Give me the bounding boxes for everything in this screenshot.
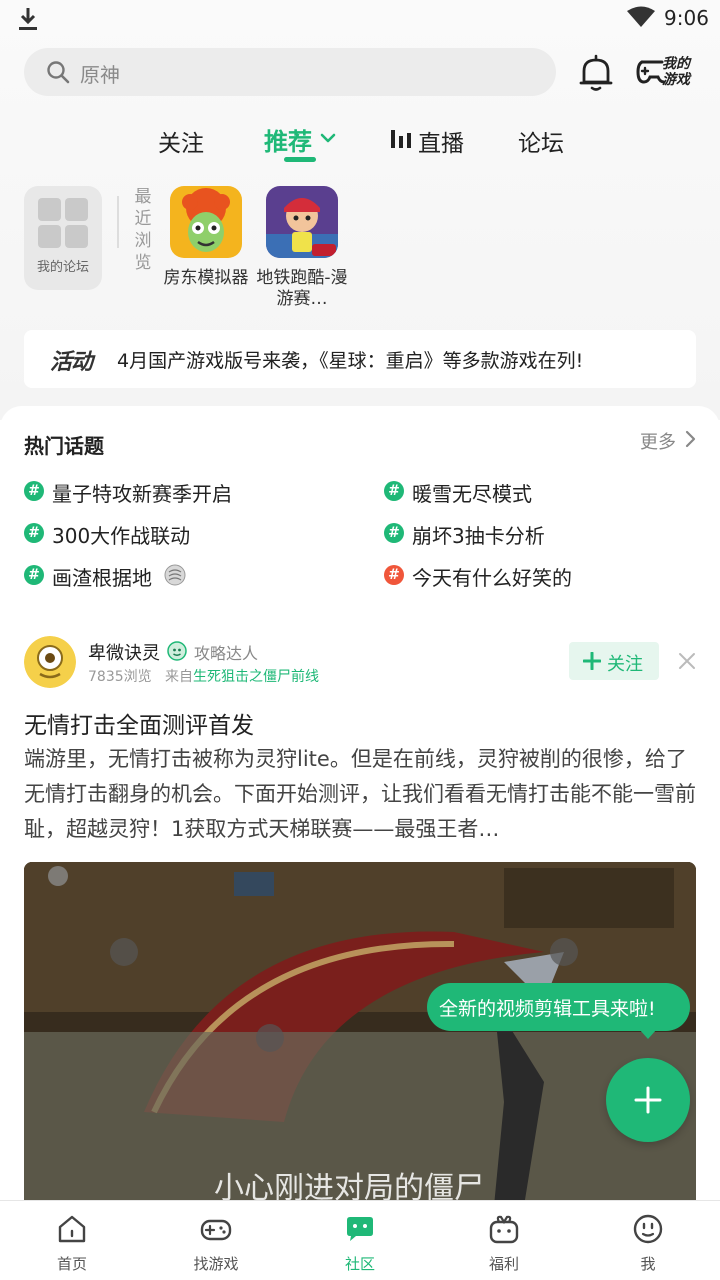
more-link[interactable]: 更多 (640, 428, 676, 454)
profile-face-icon (633, 1214, 663, 1244)
nav-home[interactable]: 首页 (0, 1201, 144, 1280)
source-prefix: 来自 (165, 669, 193, 685)
nav-label: 福利 (488, 1255, 519, 1273)
hot-topics-title: 热门话题 (24, 434, 104, 458)
my-games-button[interactable]: 我的游戏 (636, 52, 700, 92)
game-name: 房东模拟器 (163, 268, 249, 288)
close-icon[interactable] (678, 652, 696, 670)
activity-tag: 活动 (50, 350, 93, 375)
grid-icon (38, 198, 88, 248)
video-tool-tooltip[interactable]: 全新的视频剪辑工具来啦! (427, 983, 690, 1039)
tab-recommend[interactable]: 推荐 (264, 122, 312, 157)
nav-label: 我 (640, 1255, 656, 1273)
plus-icon (583, 652, 601, 670)
guide-badge-icon (167, 641, 187, 661)
activity-text: 4月国产游戏版号来袭，《星球：重启》等多款游戏在列! (117, 350, 584, 372)
author-title: 攻略达人 (194, 644, 259, 663)
chevron-right-icon[interactable] (684, 430, 696, 448)
topic-text: 崩坏3抽卡分析 (412, 524, 545, 548)
search-placeholder: 原神 (80, 63, 120, 87)
topic-text: 300大作战联动 (52, 524, 191, 548)
gamepad-icon (200, 1219, 232, 1241)
post-title[interactable]: 无情打击全面测评首发 (24, 706, 254, 740)
divider (117, 196, 119, 248)
tab-live[interactable]: 直播 (418, 124, 464, 158)
nav-community[interactable]: 社区 (288, 1201, 432, 1280)
game-screenshot: 小心刚进对局的僵尸 (24, 862, 696, 1206)
game-icon-landlord[interactable] (170, 186, 242, 258)
post-video-thumbnail[interactable]: 小心刚进对局的僵尸 (24, 862, 696, 1206)
bottom-nav: 首页 找游戏 社区 福利 我 (0, 1200, 720, 1280)
landlord-game-icon (170, 186, 242, 258)
follow-label: 关注 (607, 654, 643, 675)
topic-text: 画渣根据地 (52, 566, 152, 590)
my-forum-button[interactable]: 我的论坛 (24, 186, 102, 290)
chevron-down-icon[interactable] (320, 132, 336, 144)
topic-text: 暖雪无尽模式 (412, 482, 532, 506)
clock: 9:06 (664, 6, 709, 30)
hot-hashtag-icon: # (384, 565, 404, 585)
tooltip-text: 全新的视频剪辑工具来啦! (439, 998, 656, 1020)
game-name: 地铁跑酷-漫游赛… (256, 268, 348, 309)
tooltip-tail (639, 1029, 657, 1039)
hashtag-icon: # (24, 523, 44, 543)
source-forum-link[interactable]: 生死狙击之僵尸前线 (193, 669, 319, 685)
topic-text: 量子特攻新赛季开启 (52, 482, 232, 506)
create-post-button[interactable] (606, 1058, 690, 1142)
community-chat-icon (347, 1217, 373, 1241)
hashtag-icon: # (384, 523, 404, 543)
search-icon (47, 61, 70, 84)
post-body[interactable]: 端游里，无情打击被称为灵狩lite。但是在前线，灵狩被削的很惨，给了无情打击翻身… (24, 742, 696, 847)
activity-banner[interactable]: 活动 4月国产游戏版号来袭，《星球：重启》等多款游戏在列! (24, 330, 696, 388)
download-icon (19, 8, 37, 30)
follow-button[interactable]: 关注 (569, 642, 659, 680)
nav-welfare[interactable]: 福利 (432, 1201, 576, 1280)
live-bars-icon (391, 130, 411, 148)
nav-me[interactable]: 我 (576, 1201, 720, 1280)
view-count: 7835浏览 (88, 669, 152, 685)
my-games-label: 我的游戏 (662, 56, 690, 88)
nav-label: 社区 (344, 1255, 375, 1273)
home-icon (58, 1215, 86, 1243)
avatar[interactable] (24, 636, 76, 688)
tab-forum[interactable]: 论坛 (518, 124, 564, 158)
post-meta: 7835浏览 来自生死狙击之僵尸前线 (88, 666, 319, 686)
hashtag-icon: # (24, 565, 44, 585)
my-forum-label: 我的论坛 (36, 260, 89, 275)
avatar-image (24, 636, 76, 688)
sketch-emoji-icon (164, 564, 186, 586)
author-name[interactable]: 卑微诀灵 (88, 639, 160, 665)
nav-find-games[interactable]: 找游戏 (144, 1201, 288, 1280)
nav-label: 首页 (56, 1255, 87, 1273)
hashtag-icon: # (384, 481, 404, 501)
recent-label: 最近浏览 (134, 187, 152, 273)
nav-label: 找游戏 (193, 1255, 239, 1273)
topic-text: 今天有什么好笑的 (412, 566, 572, 590)
hashtag-icon: # (24, 481, 44, 501)
tab-follow[interactable]: 关注 (158, 124, 204, 158)
status-bar: 9:06 (0, 0, 720, 40)
subway-game-icon (266, 186, 338, 258)
search-input[interactable]: 原神 (24, 48, 556, 96)
bell-icon[interactable] (578, 54, 614, 92)
tab-active-indicator (284, 157, 316, 162)
game-icon-subway[interactable] (266, 186, 338, 258)
wifi-icon (627, 6, 655, 27)
gift-icon (489, 1215, 519, 1244)
plus-icon (634, 1086, 662, 1114)
